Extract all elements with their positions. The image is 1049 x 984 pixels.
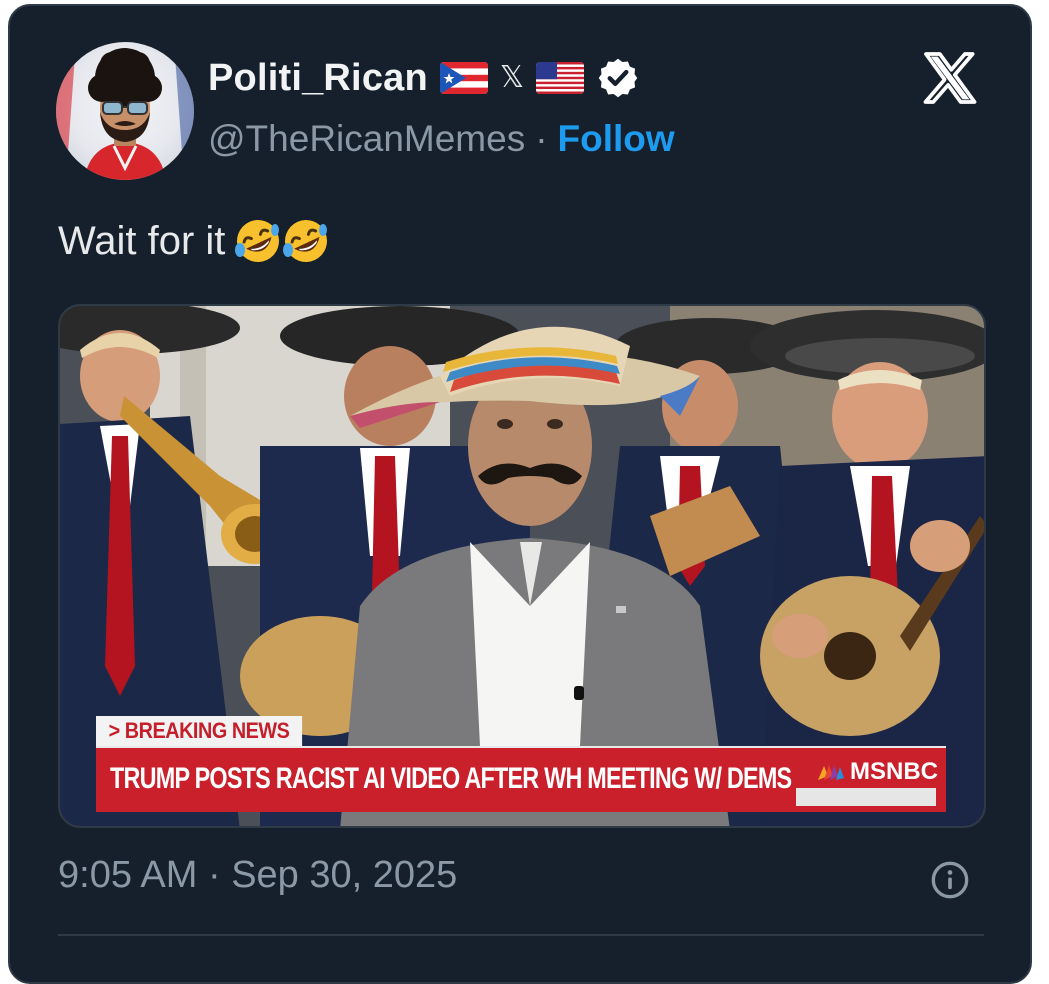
- news-headline: TRUMP POSTS RACIST AI VIDEO AFTER WH MEE…: [110, 762, 792, 795]
- avatar[interactable]: [56, 42, 194, 180]
- follow-button[interactable]: Follow: [558, 118, 675, 160]
- us-flag-icon: [536, 62, 585, 94]
- author-name-row: Politi_Rican 𝕏: [208, 56, 640, 100]
- info-icon[interactable]: [930, 860, 970, 900]
- tweet-card: Politi_Rican 𝕏 @TheRicanMemes · Follow W…: [8, 4, 1032, 984]
- headline-bar: TRUMP POSTS RACIST AI VIDEO AFTER WH MEE…: [96, 746, 946, 812]
- network-name: MSNBC: [850, 758, 938, 785]
- separator-dot: ·: [535, 118, 548, 159]
- news-lower-third: > BREAKING NEWS TRUMP POSTS RACIST AI VI…: [96, 716, 946, 812]
- x-badge-icon: 𝕏: [499, 60, 525, 95]
- puerto-rico-flag-icon: [439, 62, 488, 94]
- network-ticker: [796, 788, 936, 806]
- tweet-text: Wait for it: [58, 216, 331, 266]
- network-logo: MSNBC: [816, 758, 938, 786]
- peacock-icon: [818, 765, 844, 780]
- display-name[interactable]: Politi_Rican: [208, 57, 428, 100]
- rolling-laughing-emoji-icon: [281, 216, 331, 266]
- divider: [58, 934, 984, 936]
- x-logo-icon[interactable]: [918, 46, 982, 110]
- rolling-laughing-emoji-icon: [233, 216, 283, 266]
- author-handle[interactable]: @TheRicanMemes: [208, 118, 525, 160]
- tweet-timestamp[interactable]: 9:05 AM · Sep 30, 2025: [58, 854, 457, 897]
- verified-badge-icon: [596, 56, 640, 100]
- breaking-news-label: > BREAKING NEWS: [96, 716, 303, 746]
- tweet-video[interactable]: > BREAKING NEWS TRUMP POSTS RACIST AI VI…: [58, 304, 986, 828]
- handle-row: @TheRicanMemes · Follow: [208, 118, 675, 160]
- tweet-body: Wait for it: [58, 218, 226, 263]
